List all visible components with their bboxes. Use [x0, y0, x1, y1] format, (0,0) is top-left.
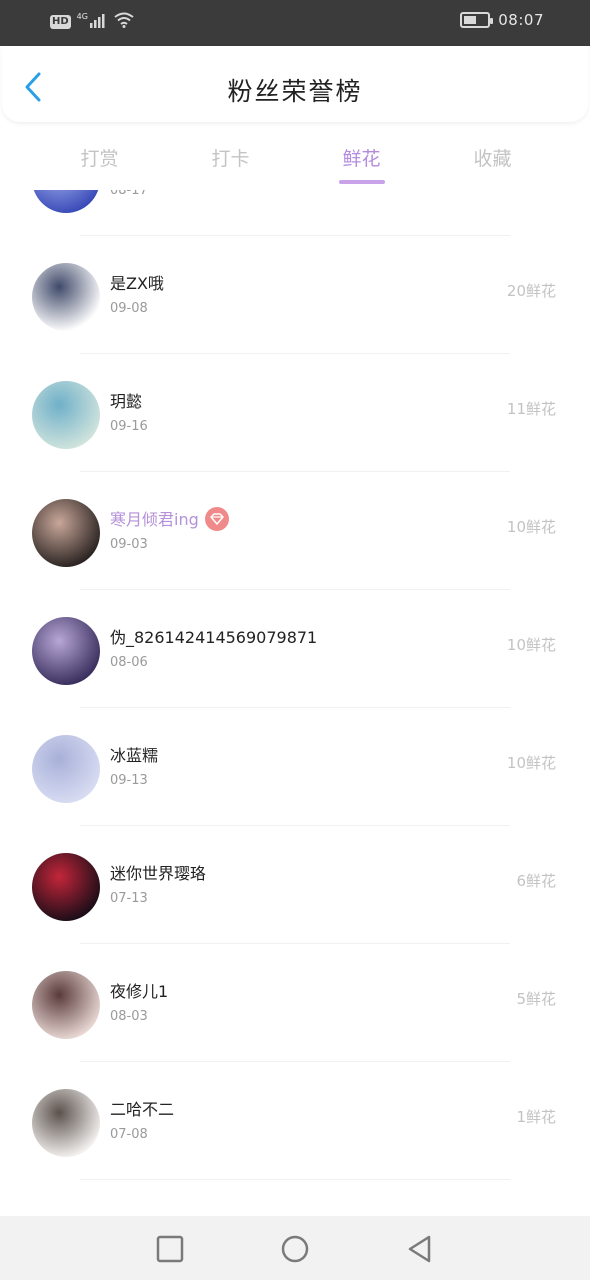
fan-name-text: 夜修儿1 [110, 982, 169, 1001]
tab-active-indicator [338, 180, 385, 184]
nav-back-button[interactable] [405, 1234, 435, 1264]
recent-apps-button[interactable] [155, 1234, 185, 1264]
fan-list-content: 雪辰星08-1720鲜花是ZX哦 09-08 20鲜花玥懿 09-16 11鲜花寒月倾君… [0, 190, 590, 1180]
status-time: 08:07 [498, 11, 544, 29]
fan-date: 08-17 [110, 190, 148, 198]
avatar[interactable] [32, 617, 100, 685]
avatar[interactable] [32, 735, 100, 803]
fan-row[interactable]: 迷你世界璎珞 07-13 6鲜花 [0, 826, 590, 944]
avatar[interactable] [32, 1089, 100, 1157]
avatar[interactable] [32, 853, 100, 921]
fan-date: 09-16 [110, 419, 148, 434]
fan-row[interactable]: 玥懿 09-16 11鲜花 [0, 354, 590, 472]
tab-checkin[interactable]: 打卡 [165, 130, 296, 190]
fan-name-text: 玥懿 [110, 392, 143, 411]
hd-badge: HD [50, 15, 71, 29]
fan-name: 伪_826142414569079871 [110, 624, 317, 648]
fan-name: 寒月倾君ing [110, 506, 229, 533]
fan-name: 二哈不二 [110, 1096, 174, 1120]
system-navbar [0, 1216, 590, 1280]
battery-fill [464, 16, 477, 24]
fan-name-text: 是ZX哦 [110, 274, 164, 293]
network-type: 4G [76, 11, 88, 21]
fan-row[interactable]: 夜修儿1 08-03 5鲜花 [0, 944, 590, 1062]
fan-name-text: 冰蓝糯 [110, 746, 159, 765]
tab-label: 打赏 [80, 148, 119, 170]
fan-name: 迷你世界璎珞 [110, 860, 206, 884]
fan-date: 09-08 [110, 301, 148, 316]
tab-label: 收藏 [473, 148, 512, 170]
fan-row[interactable]: 是ZX哦 09-08 20鲜花 [0, 236, 590, 354]
avatar[interactable] [32, 263, 100, 331]
status-bar: HD 4G 08:07 [0, 0, 590, 46]
diamond-icon [204, 506, 229, 531]
avatar[interactable] [32, 499, 100, 567]
tab-favorites[interactable]: 收藏 [427, 130, 558, 190]
flower-count: 10鲜花 [506, 754, 556, 772]
flower-count: 20鲜花 [506, 282, 556, 300]
avatar[interactable] [32, 971, 100, 1039]
tab-label: 鲜花 [342, 148, 381, 170]
flower-count: 6鲜花 [516, 872, 556, 890]
avatar[interactable] [32, 381, 100, 449]
fan-name-text: 迷你世界璎珞 [110, 864, 207, 883]
flower-count: 1鲜花 [516, 1108, 556, 1126]
flower-count: 5鲜花 [516, 990, 556, 1008]
fan-name-text: 二哈不二 [110, 1100, 175, 1119]
fan-row[interactable]: 冰蓝糯 09-13 10鲜花 [0, 708, 590, 826]
fan-row[interactable]: 二哈不二 07-08 1鲜花 [0, 1062, 590, 1180]
fan-name-text: 伪_826142414569079871 [110, 628, 318, 647]
fan-name: 夜修儿1 [110, 978, 168, 1002]
tab-reward[interactable]: 打赏 [34, 130, 165, 190]
fan-row[interactable]: 寒月倾君ing 09-03 10鲜花 [0, 472, 590, 590]
status-left: HD 4G [50, 12, 134, 32]
square-icon [156, 1235, 184, 1263]
fan-date: 09-13 [110, 773, 148, 788]
circle-icon [281, 1235, 309, 1263]
fan-date: 09-03 [110, 537, 148, 552]
wifi-icon [114, 12, 134, 32]
tab-flowers[interactable]: 鲜花 [296, 130, 427, 190]
fan-row[interactable]: 雪辰星08-1720鲜花 [0, 190, 590, 236]
triangle-back-icon [408, 1235, 431, 1263]
flower-count: 10鲜花 [506, 518, 556, 536]
fan-list[interactable]: 雪辰星08-1720鲜花是ZX哦 09-08 20鲜花玥懿 09-16 11鲜花寒月倾君… [0, 190, 590, 1216]
tab-label: 打卡 [211, 148, 250, 170]
fan-date: 08-06 [110, 655, 148, 670]
flower-count: 10鲜花 [506, 636, 556, 654]
avatar[interactable] [32, 190, 100, 213]
fan-date: 08-03 [110, 1009, 148, 1024]
fan-name-text: 寒月倾君ing [110, 510, 199, 529]
page-title: 粉丝荣誉榜 [227, 77, 363, 106]
fan-row[interactable]: 伪_826142414569079871 08-06 10鲜花 [0, 590, 590, 708]
fan-name: 玥懿 [110, 388, 142, 412]
signal-icon [89, 12, 108, 32]
battery-icon [460, 12, 494, 28]
fan-date: 07-13 [110, 891, 148, 906]
home-button[interactable] [280, 1234, 310, 1264]
status-right: 08:07 [460, 11, 544, 29]
tab-bar: 打赏 打卡 鲜花 收藏 [0, 130, 590, 190]
fan-name: 是ZX哦 [110, 270, 164, 294]
fan-date: 07-08 [110, 1127, 148, 1142]
app-header: 粉丝荣誉榜 [2, 46, 588, 122]
fan-name: 冰蓝糯 [110, 742, 158, 766]
flower-count: 11鲜花 [506, 400, 556, 418]
